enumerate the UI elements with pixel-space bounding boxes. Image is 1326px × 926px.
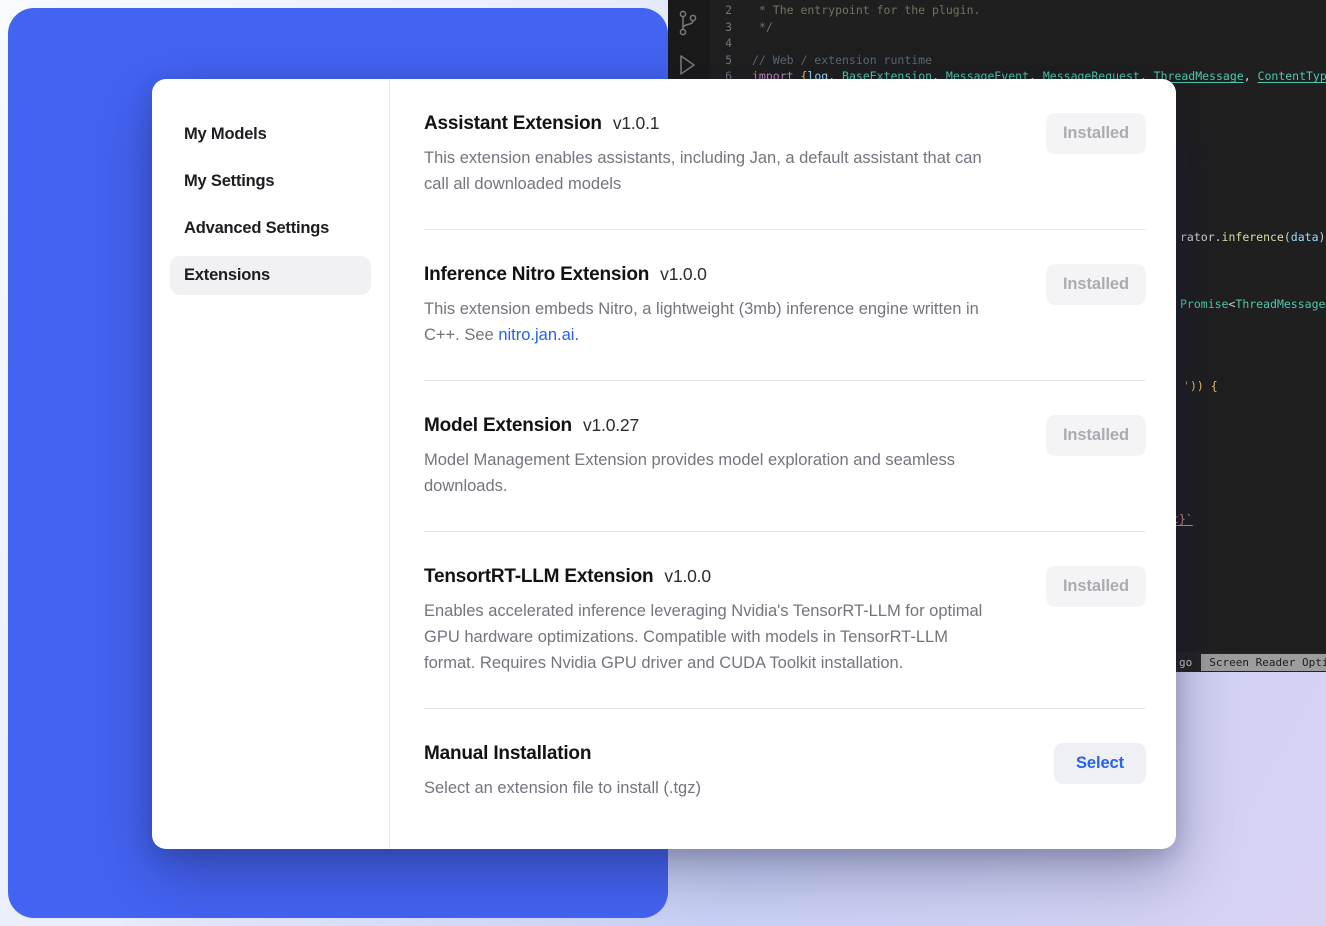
status-text: go bbox=[1179, 656, 1192, 669]
code-line: 3 */ bbox=[708, 19, 1326, 36]
extension-description: Enables accelerated inference leveraging… bbox=[424, 598, 1002, 676]
extension-version: v1.0.27 bbox=[583, 415, 639, 435]
extension-row-nitro: Inference Nitro Extension v1.0.0 This ext… bbox=[424, 230, 1146, 381]
installed-button[interactable]: Installed bbox=[1046, 264, 1146, 305]
manual-installation-description: Select an extension file to install (.tg… bbox=[424, 775, 701, 801]
extension-title: Inference Nitro Extension v1.0.0 bbox=[424, 264, 1002, 286]
extension-title: Assistant Extension v1.0.1 bbox=[424, 113, 1002, 135]
extension-name: Assistant Extension bbox=[424, 113, 602, 134]
code-fragment: Promise<ThreadMessage> bbox=[1180, 296, 1326, 313]
manual-installation-row: Manual Installation Select an extension … bbox=[424, 709, 1146, 817]
extension-row-model: Model Extension v1.0.27 Model Management … bbox=[424, 381, 1146, 532]
settings-modal: My Models My Settings Advanced Settings … bbox=[152, 79, 1176, 849]
extension-info: Assistant Extension v1.0.1 This extension… bbox=[424, 113, 1002, 197]
extension-version: v1.0.0 bbox=[664, 566, 710, 586]
nitro-link[interactable]: nitro.jan.ai. bbox=[498, 326, 579, 344]
manual-installation-title: Manual Installation bbox=[424, 743, 701, 765]
extension-description: This extension embeds Nitro, a lightweig… bbox=[424, 296, 1002, 348]
installed-button[interactable]: Installed bbox=[1046, 415, 1146, 456]
code-fragment: rator.inference(data)); bbox=[1180, 229, 1326, 246]
extension-title: TensortRT-LLM Extension v1.0.0 bbox=[424, 566, 1002, 588]
extension-info: Model Extension v1.0.27 Model Management … bbox=[424, 415, 1002, 499]
extension-title: Model Extension v1.0.27 bbox=[424, 415, 1002, 437]
code-line: 4 bbox=[708, 35, 1326, 52]
manual-installation-info: Manual Installation Select an extension … bbox=[424, 743, 701, 801]
sidebar-item-my-settings[interactable]: My Settings bbox=[170, 162, 371, 201]
extension-info: Inference Nitro Extension v1.0.0 This ext… bbox=[424, 264, 1002, 348]
extension-row-tensorrt: TensortRT-LLM Extension v1.0.0 Enables ac… bbox=[424, 532, 1146, 709]
code-fragment: ')) { bbox=[1183, 378, 1218, 395]
extension-description: Model Management Extension provides mode… bbox=[424, 447, 1002, 499]
extension-info: TensortRT-LLM Extension v1.0.0 Enables ac… bbox=[424, 566, 1002, 676]
extension-row-assistant: Assistant Extension v1.0.1 This extension… bbox=[424, 113, 1146, 230]
screen-reader-badge[interactable]: Screen Reader Optimiz bbox=[1201, 654, 1326, 671]
select-file-button[interactable]: Select bbox=[1054, 743, 1146, 784]
installed-button[interactable]: Installed bbox=[1046, 566, 1146, 607]
installed-button[interactable]: Installed bbox=[1046, 113, 1146, 154]
sidebar-item-my-models[interactable]: My Models bbox=[170, 115, 371, 154]
extensions-panel: Assistant Extension v1.0.1 This extension… bbox=[390, 79, 1176, 849]
extension-version: v1.0.0 bbox=[660, 264, 706, 284]
editor-status-bar: go Screen Reader Optimiz bbox=[1173, 652, 1326, 672]
manual-installation-name: Manual Installation bbox=[424, 743, 591, 764]
run-debug-icon[interactable] bbox=[676, 52, 698, 82]
extension-name: Inference Nitro Extension bbox=[424, 264, 649, 285]
extension-description: This extension enables assistants, inclu… bbox=[424, 145, 1002, 197]
extension-name: Model Extension bbox=[424, 415, 572, 436]
sidebar-item-extensions[interactable]: Extensions bbox=[170, 256, 371, 295]
sidebar-item-advanced-settings[interactable]: Advanced Settings bbox=[170, 209, 371, 248]
extension-version: v1.0.1 bbox=[613, 113, 659, 133]
desktop-background: 2 * The entrypoint for the plugin.3 */45… bbox=[0, 0, 1326, 926]
settings-sidebar: My Models My Settings Advanced Settings … bbox=[152, 79, 390, 849]
source-control-icon[interactable] bbox=[676, 8, 700, 42]
code-lines: 2 * The entrypoint for the plugin.3 */45… bbox=[708, 2, 1326, 85]
code-line: 5// Web / extension runtime bbox=[708, 52, 1326, 69]
extension-name: TensortRT-LLM Extension bbox=[424, 566, 653, 587]
code-line: 2 * The entrypoint for the plugin. bbox=[708, 2, 1326, 19]
